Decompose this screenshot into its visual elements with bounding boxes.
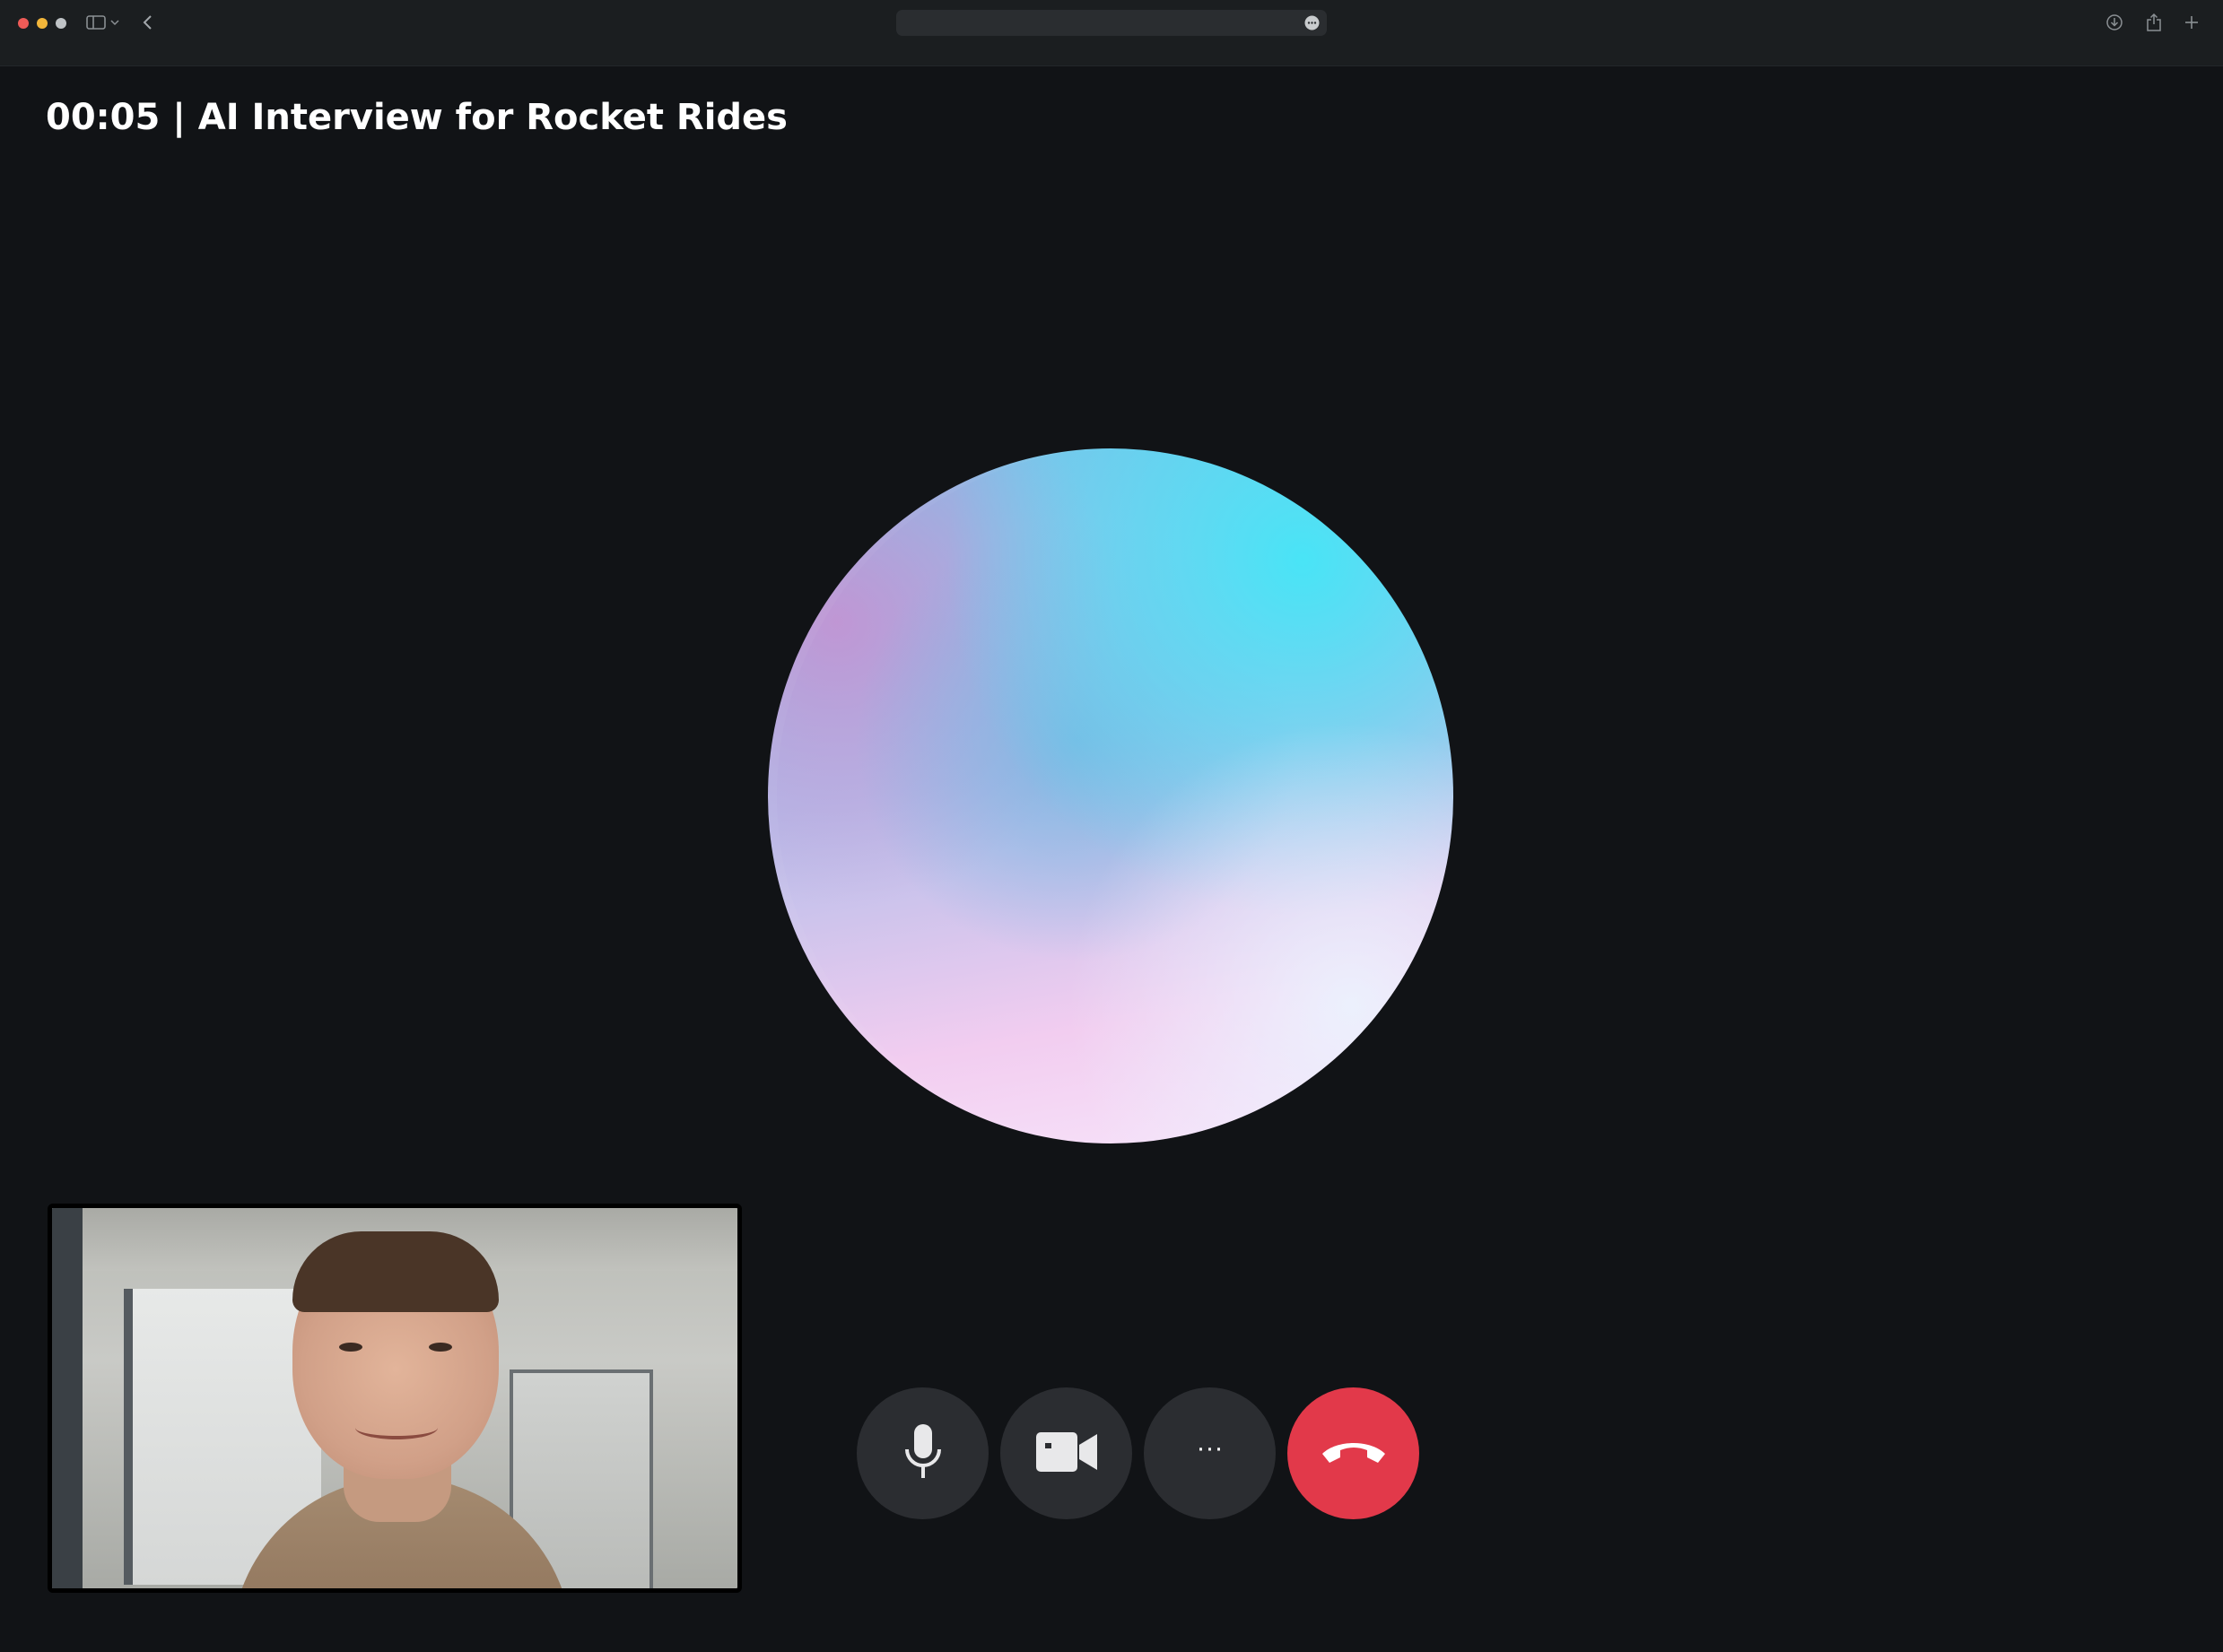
microphone-icon [896, 1421, 950, 1486]
address-bar[interactable] [896, 10, 1327, 36]
video-background-wall [52, 1208, 83, 1588]
back-arrow-icon[interactable] [135, 11, 161, 34]
window-controls [18, 18, 66, 29]
participant-eye-right [429, 1343, 452, 1352]
end-call-button[interactable] [1287, 1387, 1419, 1519]
mute-button[interactable] [857, 1387, 989, 1519]
call-title: 00:05 | AI Interview for Rocket Rides [46, 97, 788, 138]
reader-more-icon[interactable] [1304, 15, 1320, 30]
plus-icon[interactable] [2178, 11, 2205, 34]
close-window-button[interactable] [18, 18, 29, 29]
more-dots-icon: ··· [1196, 1432, 1224, 1463]
self-view-video [48, 1204, 742, 1593]
maximize-window-button[interactable] [56, 18, 66, 29]
call-controls: ··· [857, 1387, 1419, 1519]
chevron-down-icon[interactable] [107, 11, 123, 34]
video-camera-icon [1034, 1429, 1099, 1478]
participant-eye-left [339, 1343, 362, 1352]
minimize-window-button[interactable] [37, 18, 48, 29]
more-options-button[interactable]: ··· [1144, 1387, 1276, 1519]
participant-hair [292, 1231, 499, 1312]
sidebar-toggle-icon[interactable] [83, 11, 109, 34]
share-icon[interactable] [2140, 11, 2167, 34]
download-icon[interactable] [2101, 11, 2128, 34]
browser-window: 00:05 | AI Interview for Rocket Rides ··… [0, 0, 2223, 1652]
hang-up-icon [1319, 1436, 1389, 1471]
video-toggle-button[interactable] [1000, 1387, 1132, 1519]
browser-toolbar [0, 0, 2223, 66]
participant-smile [355, 1416, 438, 1439]
ai-interviewer-orb [768, 448, 1453, 1143]
